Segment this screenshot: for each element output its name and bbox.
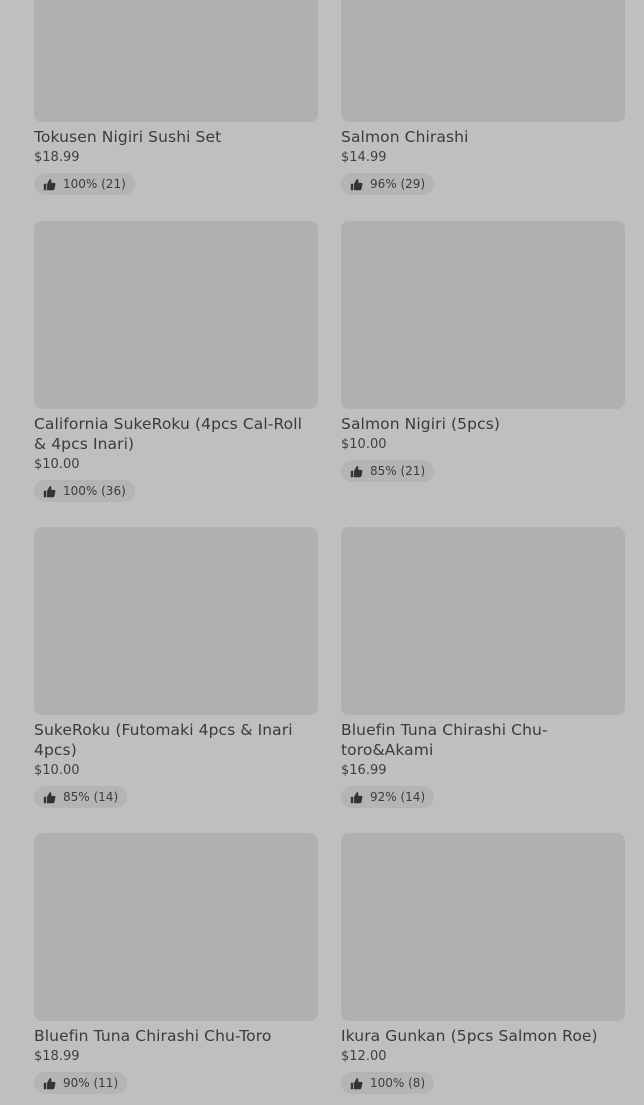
rating-badge: 100% (21) — [34, 173, 135, 195]
menu-item-name: Bluefin Tuna Chirashi Chu-toro&Akami — [341, 721, 548, 759]
thumbs-up-icon — [43, 791, 56, 803]
menu-item-card[interactable]: California SukeRoku (4pcs Cal-Roll & 4pc… — [34, 221, 318, 502]
thumbs-up-icon — [43, 485, 56, 497]
menu-item-price: $10.00 — [34, 763, 80, 778]
menu-item-image[interactable] — [341, 527, 625, 715]
menu-item-image[interactable] — [34, 221, 318, 409]
menu-item-image[interactable] — [34, 0, 318, 122]
menu-item-name: SukeRoku (Futomaki 4pcs & Inari 4pcs) — [34, 721, 293, 759]
menu-item-card[interactable]: Bluefin Tuna Chirashi Chu-toro&Akami $16… — [341, 527, 625, 808]
rating-text: 100% (21) — [63, 177, 126, 191]
menu-item-card[interactable]: Bluefin Tuna Chirashi Chu-Toro $18.99 90… — [34, 833, 318, 1094]
menu-item-image[interactable] — [341, 0, 625, 122]
menu-item-image[interactable] — [341, 833, 625, 1021]
menu-item-price: $12.00 — [341, 1049, 387, 1064]
menu-item-card[interactable]: Tokusen Nigiri Sushi Set $18.99 100% (21… — [34, 0, 318, 195]
menu-item-grid: Tokusen Nigiri Sushi Set $18.99 100% (21… — [0, 0, 644, 1105]
menu-item-price: $10.00 — [341, 437, 387, 452]
thumbs-up-icon — [350, 465, 363, 477]
rating-badge: 85% (14) — [34, 786, 128, 808]
rating-text: 100% (36) — [63, 484, 126, 498]
thumbs-up-icon — [43, 178, 56, 190]
menu-item-price: $14.99 — [341, 150, 387, 165]
rating-text: 85% (14) — [63, 790, 119, 804]
rating-text: 85% (21) — [370, 464, 426, 478]
thumbs-up-icon — [350, 791, 363, 803]
menu-item-card[interactable]: Salmon Nigiri (5pcs) $10.00 85% (21) — [341, 221, 625, 482]
rating-badge: 100% (8) — [341, 1072, 435, 1094]
menu-item-card[interactable]: SukeRoku (Futomaki 4pcs & Inari 4pcs) $1… — [34, 527, 318, 808]
menu-item-name: Salmon Nigiri (5pcs) — [341, 415, 501, 433]
rating-text: 92% (14) — [370, 790, 426, 804]
rating-badge: 90% (11) — [34, 1072, 128, 1094]
menu-item-card[interactable]: Salmon Chirashi $14.99 96% (29) — [341, 0, 625, 195]
rating-badge: 100% (36) — [34, 480, 135, 502]
rating-text: 100% (8) — [370, 1076, 426, 1090]
menu-item-name: Salmon Chirashi — [341, 128, 469, 146]
menu-item-name: Bluefin Tuna Chirashi Chu-Toro — [34, 1027, 272, 1045]
thumbs-up-icon — [350, 1077, 363, 1089]
menu-item-name: Ikura Gunkan (5pcs Salmon Roe) — [341, 1027, 598, 1045]
rating-badge: 96% (29) — [341, 173, 435, 195]
thumbs-up-icon — [43, 1077, 56, 1089]
menu-item-name: Tokusen Nigiri Sushi Set — [34, 128, 222, 146]
thumbs-up-icon — [350, 178, 363, 190]
menu-item-price: $18.99 — [34, 1049, 80, 1064]
menu-item-price: $18.99 — [34, 150, 80, 165]
menu-item-image[interactable] — [341, 221, 625, 409]
menu-item-image[interactable] — [34, 527, 318, 715]
menu-item-image[interactable] — [34, 833, 318, 1021]
rating-text: 96% (29) — [370, 177, 426, 191]
menu-item-price: $10.00 — [34, 457, 80, 472]
rating-badge: 92% (14) — [341, 786, 435, 808]
menu-item-card[interactable]: Ikura Gunkan (5pcs Salmon Roe) $12.00 10… — [341, 833, 625, 1094]
rating-text: 90% (11) — [63, 1076, 119, 1090]
menu-item-name: California SukeRoku (4pcs Cal-Roll & 4pc… — [34, 415, 303, 453]
rating-badge: 85% (21) — [341, 460, 435, 482]
menu-item-price: $16.99 — [341, 763, 387, 778]
